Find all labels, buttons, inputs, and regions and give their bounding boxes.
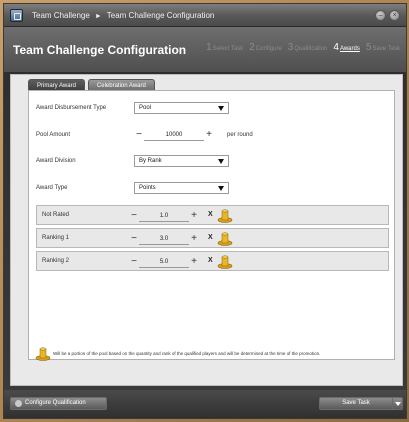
disbursement-select[interactable]: Pool	[134, 102, 229, 114]
rank-increment-button[interactable]: +	[189, 233, 199, 245]
rank-multiplier-input[interactable]: 5.0	[139, 257, 189, 268]
save-task-label: Save Task	[342, 400, 370, 406]
rank-row: Not Rated − 1.0 + X	[36, 205, 389, 225]
rank-increment-button[interactable]: +	[189, 210, 199, 222]
award-type-label: Award Type	[36, 185, 68, 191]
rank-label: Ranking 2	[42, 258, 70, 264]
footnote: Will be a portion of the pool based on t…	[29, 347, 394, 361]
rank-multiplier-stepper: − 1.0 +	[129, 210, 199, 222]
back-icon	[15, 400, 22, 407]
app-icon	[10, 9, 23, 22]
award-type-select[interactable]: Points	[134, 182, 229, 194]
coins-icon	[35, 347, 51, 361]
page-header: Team Challenge Configuration 1Select Tas…	[4, 27, 406, 72]
close-icon: ×	[392, 12, 397, 19]
rank-label: Not Rated	[42, 212, 70, 218]
division-row: Award Division By Rank	[29, 155, 396, 169]
step-qualification[interactable]: 3Qualification	[288, 42, 328, 53]
step-configure[interactable]: 2Configure	[249, 42, 282, 53]
chevron-down-icon	[218, 159, 224, 164]
rank-row: Ranking 1 − 3.0 + X	[36, 228, 389, 248]
wizard-steps: 1Select Task 2Configure 3Qualification 4…	[206, 42, 400, 53]
page-title: Team Challenge Configuration	[13, 43, 187, 57]
title-bar: Team Challenge ► Team Challenge Configurat…	[4, 4, 406, 27]
bottom-bar: Configure Qualification Save Task	[4, 390, 406, 418]
disbursement-value: Pool	[139, 105, 152, 111]
footnote-text: Will be a portion of the pool based on t…	[53, 351, 321, 356]
disbursement-label: Award Disbursement Type	[36, 105, 107, 111]
save-task-button[interactable]: Save Task	[319, 397, 403, 410]
breadcrumb-root[interactable]: Team Challenge	[32, 11, 90, 20]
rank-decrement-button[interactable]: −	[129, 233, 139, 245]
division-label: Award Division	[36, 158, 76, 164]
app-window: Team Challenge ► Team Challenge Configurat…	[3, 3, 407, 419]
main-panel: Primary Award Celebration Award Award Di…	[10, 74, 403, 386]
pool-amount-stepper: − 10000 +	[134, 129, 214, 141]
step-select-task[interactable]: 1Select Task	[206, 42, 243, 53]
rank-multiplier-stepper: − 5.0 +	[129, 256, 199, 268]
pool-amount-suffix: per round	[227, 132, 253, 138]
rank-multiplier-input[interactable]: 3.0	[139, 234, 189, 245]
rank-multiplier-input[interactable]: 1.0	[139, 211, 189, 222]
chevron-down-icon	[218, 106, 224, 111]
minimize-button[interactable]: –	[375, 10, 386, 21]
configure-qualification-label: Configure Qualification	[25, 400, 86, 406]
step-save-task[interactable]: 5Save Task	[366, 42, 400, 53]
pool-amount-input[interactable]: 10000	[144, 130, 204, 141]
close-button[interactable]: ×	[389, 10, 400, 21]
breadcrumb-separator-icon: ►	[94, 13, 102, 20]
breadcrumb-current: Team Challenge Configuration	[106, 11, 215, 20]
coins-icon	[217, 232, 233, 246]
division-value: By Rank	[139, 158, 162, 164]
award-type-value: Points	[139, 185, 156, 191]
configure-qualification-button[interactable]: Configure Qualification	[10, 397, 107, 410]
rank-multiplier-stepper: − 3.0 +	[129, 233, 199, 245]
pool-amount-row: Pool Amount − 10000 + per round	[29, 129, 396, 143]
chevron-down-icon[interactable]	[392, 398, 402, 409]
pool-amount-increment-button[interactable]: +	[204, 129, 214, 141]
rank-decrement-button[interactable]: −	[129, 256, 139, 268]
pool-amount-label: Pool Amount	[36, 132, 71, 138]
rank-label: Ranking 1	[42, 235, 70, 241]
breadcrumb: Team Challenge ► Team Challenge Configurat…	[32, 11, 214, 20]
rank-increment-button[interactable]: +	[189, 256, 199, 268]
minimize-icon: –	[378, 12, 383, 19]
step-awards[interactable]: 4Awards	[333, 42, 359, 53]
chevron-down-icon	[218, 186, 224, 191]
multiply-sign: X	[208, 234, 213, 241]
rank-row: Ranking 2 − 5.0 + X	[36, 251, 389, 271]
disbursement-row: Award Disbursement Type Pool	[29, 102, 396, 116]
multiply-sign: X	[208, 257, 213, 264]
coins-icon	[217, 209, 233, 223]
award-form: Award Disbursement Type Pool Pool Amount…	[28, 90, 396, 361]
division-select[interactable]: By Rank	[134, 155, 229, 167]
pool-amount-decrement-button[interactable]: −	[134, 129, 144, 141]
award-type-row: Award Type Points	[29, 182, 396, 196]
rank-decrement-button[interactable]: −	[129, 210, 139, 222]
multiply-sign: X	[208, 211, 213, 218]
coins-icon	[217, 255, 233, 269]
